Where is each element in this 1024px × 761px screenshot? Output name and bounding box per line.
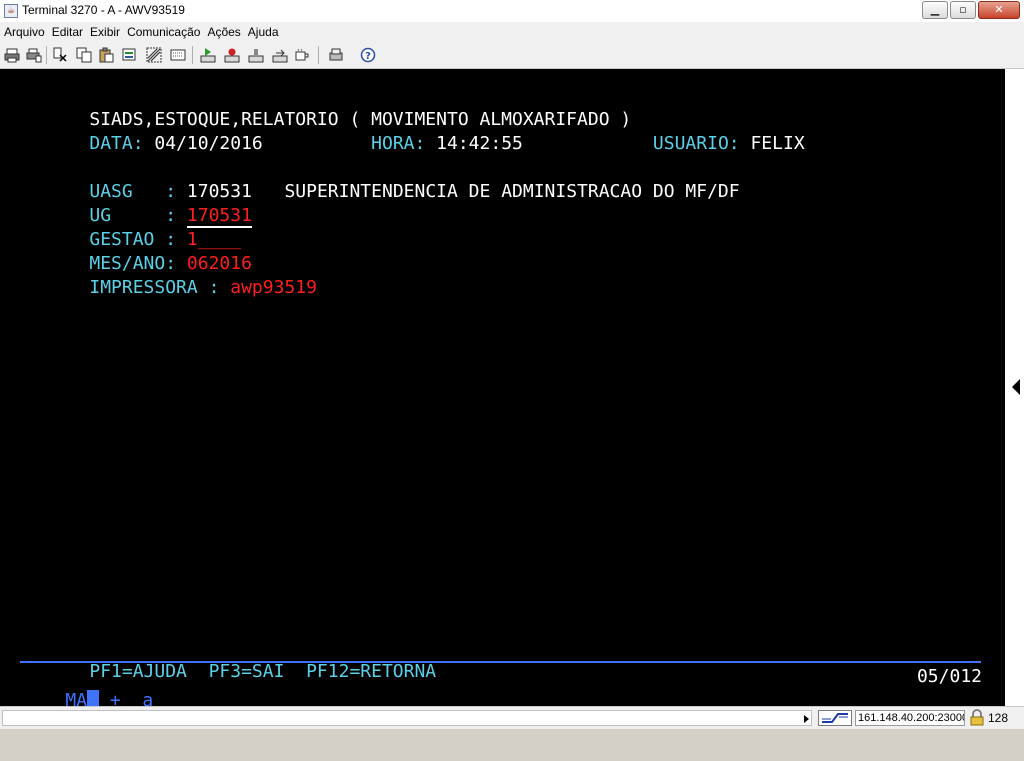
uasg-name: SUPERINTENDENCIA DE ADMINISTRACAO DO MF/… xyxy=(284,181,740,202)
connection-status-icon xyxy=(818,710,852,726)
lock-icon xyxy=(970,709,984,726)
select-all-icon[interactable] xyxy=(146,47,162,63)
menu-exibir[interactable]: Exibir xyxy=(86,25,123,39)
status-bar: 161.148.40.200:23000 128 xyxy=(0,706,1024,729)
date-time-user-line: DATA: 04/10/2016 HORA: 14:42:55 USUARIO:… xyxy=(46,108,804,154)
print-icon[interactable] xyxy=(4,47,20,63)
keyboard-icon[interactable] xyxy=(170,47,186,63)
cut-icon[interactable] xyxy=(52,47,68,63)
print-setup-icon[interactable] xyxy=(26,47,42,63)
hora-value: 14:42:55 xyxy=(436,133,523,154)
menu-arquivo[interactable]: Arquivo xyxy=(0,25,48,39)
data-label: DATA: xyxy=(89,133,144,154)
side-panel-toggle[interactable] xyxy=(1005,69,1024,706)
data-value: 04/10/2016 xyxy=(154,133,263,154)
svg-text:?: ? xyxy=(365,51,371,62)
ug-line: UG : 170531 xyxy=(46,180,252,228)
menu-editar[interactable]: Editar xyxy=(48,25,86,39)
disconnect-icon[interactable] xyxy=(248,47,264,63)
gestao-line: GESTAO : 1____ xyxy=(46,204,241,250)
oia-separator xyxy=(20,661,981,663)
menu-bar: Arquivo Editar Exibir Comunicação Ações … xyxy=(0,22,1024,42)
pf-keys-line: PF1=AJUDA PF3=SAI PF12=RETORNA xyxy=(46,636,436,682)
macro-play-icon[interactable] xyxy=(200,47,216,63)
mesano-line: MES/ANO: 062016 xyxy=(46,228,252,274)
edit-icon[interactable] xyxy=(122,47,138,63)
screen-header-line: SIADS,ESTOQUE,RELATORIO ( MOVIMENTO ALMO… xyxy=(46,84,631,130)
terminal-screen[interactable]: SIADS,ESTOQUE,RELATORIO ( MOVIMENTO ALMO… xyxy=(0,69,1005,711)
java-app-icon: ☕ xyxy=(4,4,18,18)
impressora-input[interactable]: awp93519 xyxy=(230,277,317,298)
operator-info-area: MA + a 05/012 xyxy=(22,665,982,711)
impressora-label: IMPRESSORA : xyxy=(89,277,220,298)
close-button[interactable]: ✕ xyxy=(978,1,1020,19)
impressora-line: IMPRESSORA : awp93519 xyxy=(46,252,317,298)
minimize-button[interactable]: ▁ xyxy=(922,1,948,19)
menu-comunicacao[interactable]: Comunicação xyxy=(123,25,203,39)
macro-record-icon[interactable] xyxy=(224,47,240,63)
cursor-position: 05/012 xyxy=(916,666,982,687)
scroll-right-icon[interactable] xyxy=(804,715,809,723)
transfer-icon[interactable] xyxy=(272,47,288,63)
toolbar-separator xyxy=(318,46,319,64)
window-title: Terminal 3270 - A - AWV93519 xyxy=(22,3,185,17)
title-bar: ☕ Terminal 3270 - A - AWV93519 ▁ ▫ ✕ xyxy=(0,0,1024,23)
copy-icon[interactable] xyxy=(76,47,92,63)
toolbar-separator xyxy=(192,46,193,64)
uasg-line: UASG : 170531 SUPERINTENDENCIA DE ADMINI… xyxy=(46,156,739,202)
encryption-key-size: 128 xyxy=(988,711,1009,725)
help-icon[interactable]: ? xyxy=(360,47,376,63)
settings-icon[interactable] xyxy=(328,47,344,63)
horizontal-scrollbar[interactable] xyxy=(2,710,812,726)
host-address: 161.148.40.200:23000 xyxy=(855,710,965,726)
maximize-button[interactable]: ▫ xyxy=(950,1,976,19)
toolbar: ? xyxy=(0,42,1024,69)
coffee-icon[interactable] xyxy=(294,47,310,63)
hora-label: HORA: xyxy=(371,133,426,154)
paste-icon[interactable] xyxy=(98,47,114,63)
menu-ajuda[interactable]: Ajuda xyxy=(244,25,282,39)
menu-acoes[interactable]: Ações xyxy=(203,25,243,39)
window-controls: ▁ ▫ ✕ xyxy=(920,1,1020,19)
usuario-value: FELIX xyxy=(750,133,805,154)
usuario-label: USUARIO: xyxy=(652,133,740,154)
toolbar-separator xyxy=(46,46,47,64)
collapse-arrow-icon[interactable] xyxy=(1012,379,1020,395)
